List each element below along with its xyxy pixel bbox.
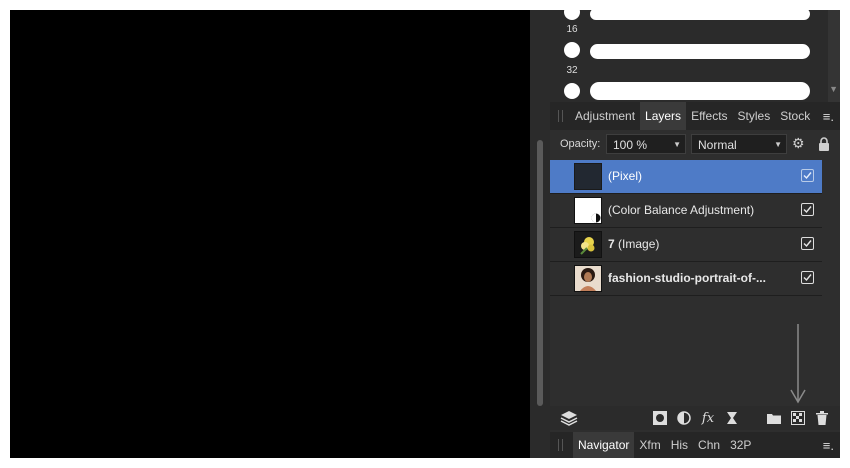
layer-thumbnail	[574, 197, 602, 224]
brush-stroke-preview[interactable]	[590, 82, 810, 100]
panel-grip-icon[interactable]	[558, 110, 563, 122]
studio-tabbar-top: Adjustment Layers Effects Styles Stock ≡…	[550, 102, 840, 130]
lock-icon[interactable]	[816, 136, 832, 152]
opacity-label: Opacity:	[560, 138, 601, 150]
portrait-image-icon	[580, 268, 596, 291]
layers-list: (Pixel) (Color Balance Adjustment) 7 (Im…	[550, 160, 822, 296]
brush-size-label: 16	[566, 24, 578, 35]
layer-visibility-checkbox[interactable]	[801, 169, 814, 182]
layer-name: (Pixel)	[608, 169, 643, 183]
tab-history[interactable]: His	[666, 432, 693, 458]
live-filter-icon[interactable]	[724, 410, 740, 426]
chevron-down-icon: ▼	[673, 140, 681, 149]
brushes-panel: 16 32 ▼	[550, 10, 840, 102]
layer-thumbnail	[574, 265, 602, 292]
tab-effects[interactable]: Effects	[686, 102, 732, 130]
gear-icon[interactable]: ⚙	[792, 135, 805, 152]
panel-menu-icon[interactable]: ≡.	[823, 109, 834, 124]
layer-visibility-checkbox[interactable]	[801, 203, 814, 216]
brush-size-label: 32	[566, 65, 578, 76]
tab-navigator[interactable]: Navigator	[573, 432, 635, 458]
tab-layers[interactable]: Layers	[640, 102, 687, 130]
layer-name: 7 (Image)	[608, 237, 659, 251]
canvas-scrollbar-thumb[interactable]	[537, 140, 543, 406]
layers-toolbar: fx	[550, 406, 840, 430]
tab-styles[interactable]: Styles	[733, 102, 776, 130]
document-canvas[interactable]	[10, 10, 530, 458]
trash-icon[interactable]	[814, 410, 830, 426]
layer-row[interactable]: (Color Balance Adjustment)	[550, 194, 822, 228]
arrow-down-annotation-icon	[790, 324, 806, 404]
brush-preset-dot[interactable]	[564, 10, 580, 20]
layer-row[interactable]: 7 (Image)	[550, 228, 822, 262]
layer-name: (Color Balance Adjustment)	[608, 203, 755, 217]
opacity-dropdown[interactable]: 100 % ▼	[606, 134, 686, 154]
adjustment-badge-icon	[591, 213, 601, 223]
brush-preset-dot[interactable]	[564, 42, 580, 58]
layer-row[interactable]: fashion-studio-portrait-of-...	[550, 262, 822, 296]
blend-mode-dropdown[interactable]: Normal ▼	[691, 134, 787, 154]
blend-mode-value: Normal	[698, 138, 737, 152]
tab-adjustment[interactable]: Adjustment	[570, 102, 640, 130]
layers-stack-icon[interactable]	[558, 410, 580, 426]
studio-panel: 16 32 ▼ Adjustment Layers Effects Styles…	[550, 10, 840, 458]
tab-32p[interactable]: 32P	[725, 432, 756, 458]
fx-effects-icon[interactable]: fx	[700, 410, 716, 426]
layer-row[interactable]: (Pixel)	[550, 160, 822, 194]
scroll-down-arrow-icon[interactable]: ▼	[829, 84, 838, 94]
layer-thumbnail	[574, 231, 602, 258]
tab-stock[interactable]: Stock	[775, 102, 815, 130]
layer-name: fashion-studio-portrait-of-...	[608, 271, 766, 285]
mask-layer-icon[interactable]	[652, 410, 668, 426]
layer-name-bold: fashion-studio-portrait-of-...	[608, 271, 766, 285]
layer-visibility-checkbox[interactable]	[801, 237, 814, 250]
brush-stroke-preview[interactable]	[590, 44, 810, 59]
panel-menu-icon[interactable]: ≡.	[823, 438, 834, 453]
tab-channels[interactable]: Chn	[693, 432, 725, 458]
studio-tabbar-bottom: Navigator Xfm His Chn 32P ≡.	[550, 432, 840, 458]
panel-grip-icon[interactable]	[558, 439, 563, 451]
opacity-value: 100 %	[613, 138, 648, 152]
brush-preset-dot[interactable]	[564, 83, 580, 99]
layer-index: 7	[608, 237, 615, 251]
brush-stroke-preview[interactable]	[590, 10, 810, 20]
group-folder-icon[interactable]	[766, 410, 782, 426]
layer-properties-bar: Opacity: 100 % ▼ Normal ▼ ⚙	[550, 130, 840, 158]
chevron-down-icon: ▼	[774, 140, 782, 149]
layer-type: (Image)	[614, 237, 660, 251]
layer-visibility-checkbox[interactable]	[801, 271, 814, 284]
adjustment-layer-icon[interactable]	[676, 410, 692, 426]
add-pixel-layer-icon[interactable]	[790, 410, 806, 426]
layer-thumbnail	[574, 163, 602, 190]
flower-image-icon	[580, 237, 595, 255]
tab-transform[interactable]: Xfm	[634, 432, 665, 458]
